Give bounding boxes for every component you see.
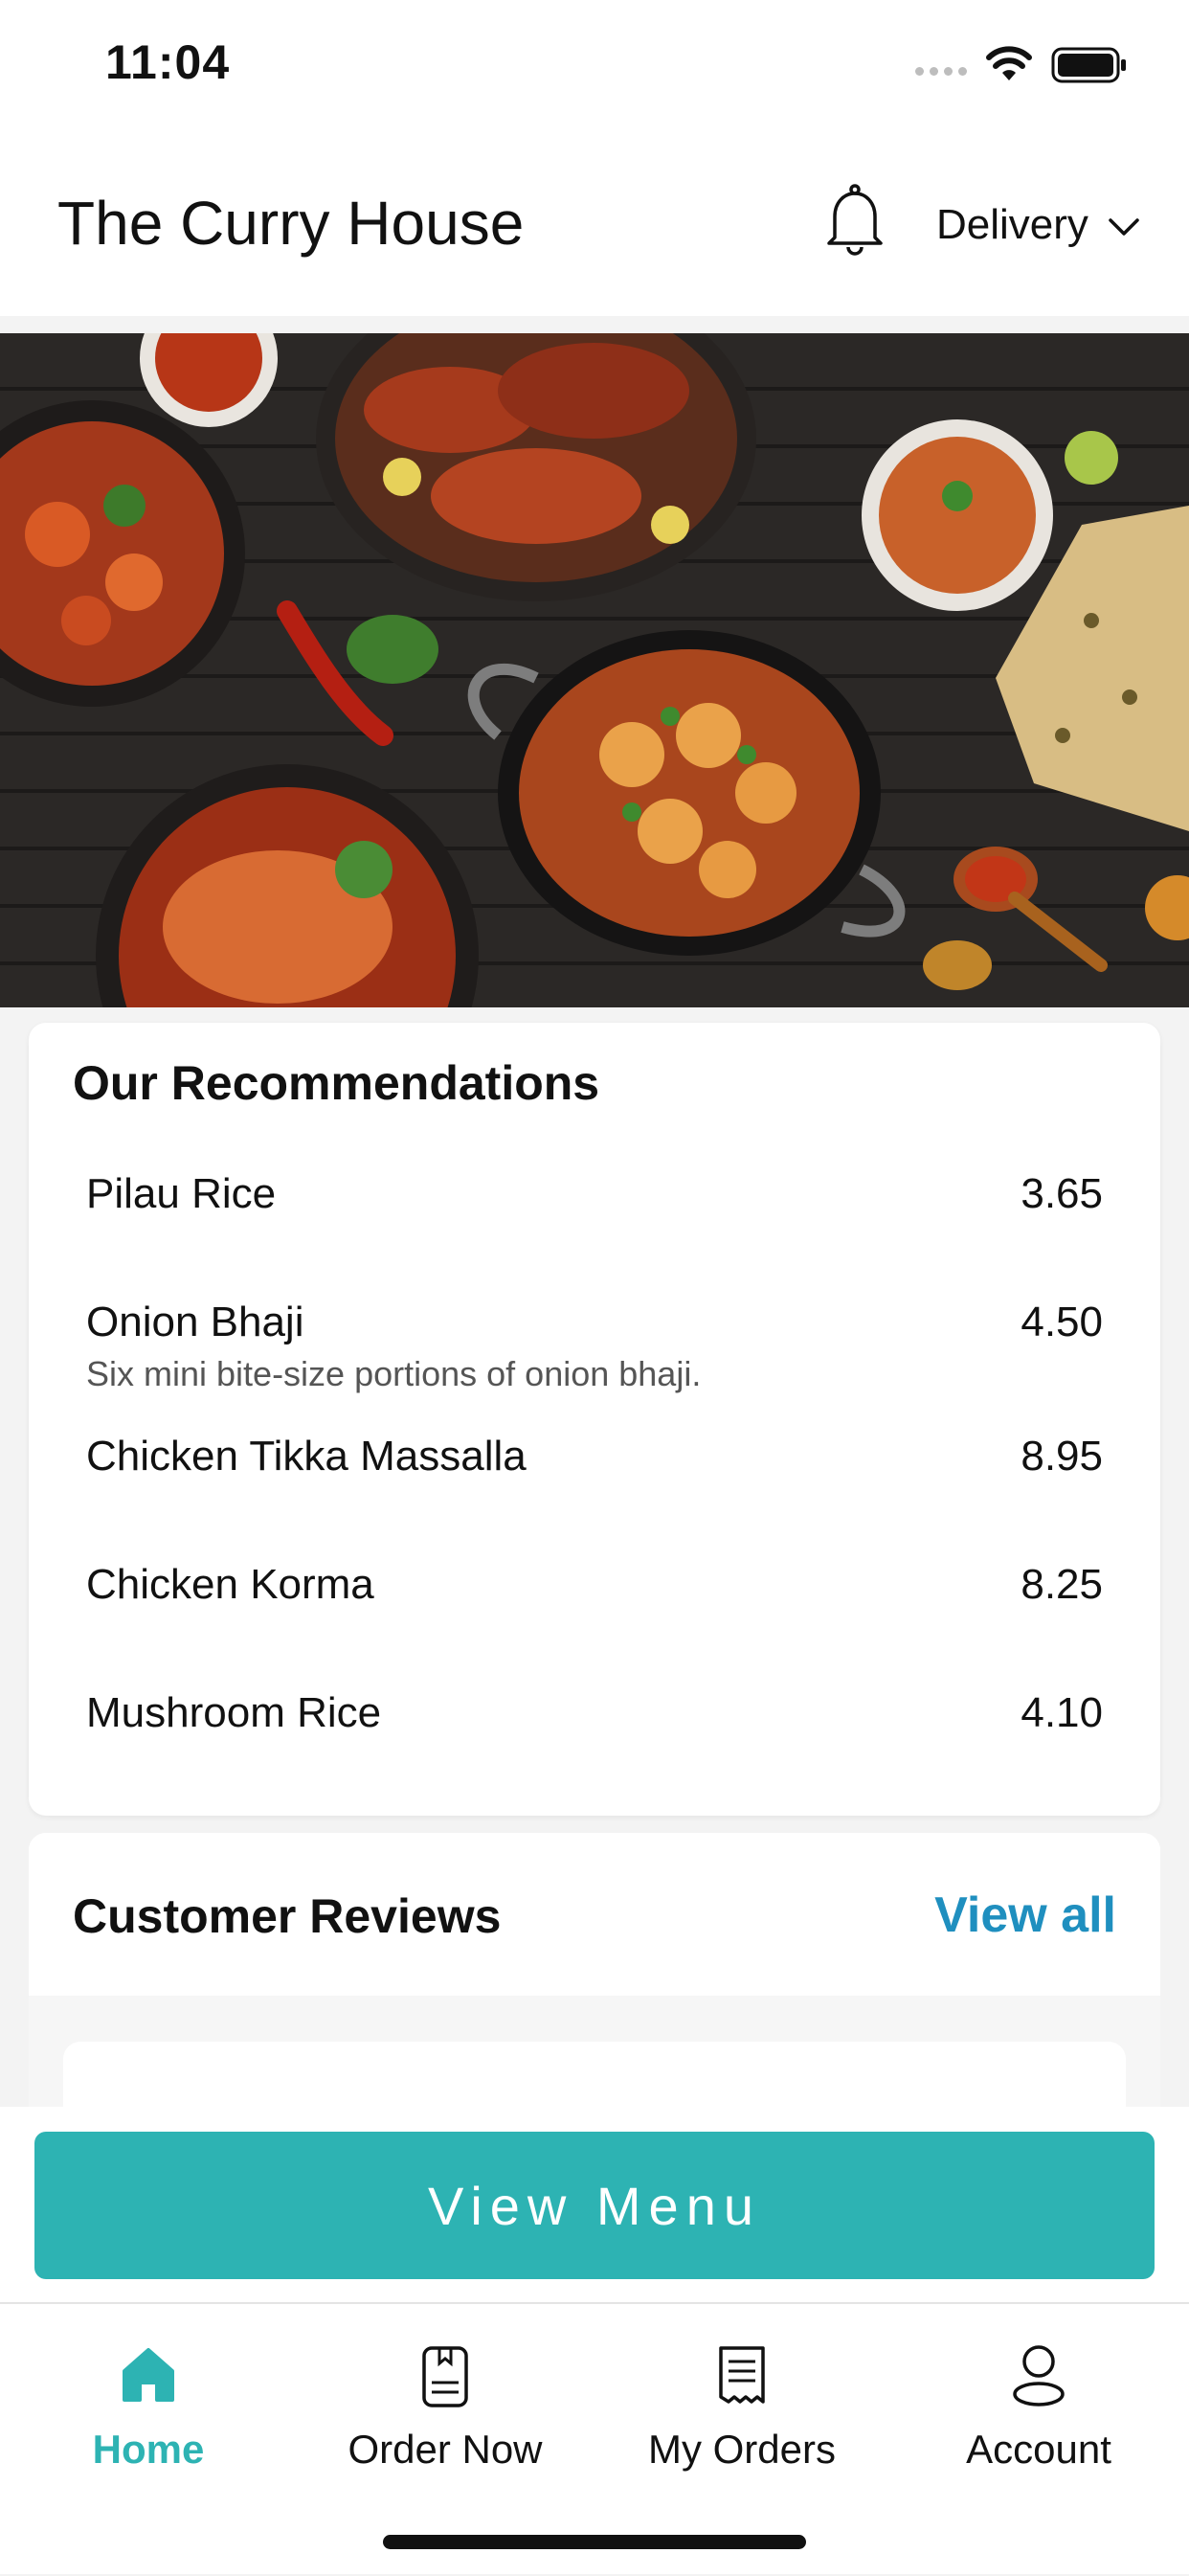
reviews-list — [29, 1996, 1160, 2107]
recommendations-card: Our Recommendations Pilau Rice 3.65 Onio… — [29, 1023, 1160, 1816]
hero-food-image — [0, 333, 1189, 1007]
tab-label: Home — [92, 2427, 205, 2472]
item-name: Pilau Rice — [86, 1170, 277, 1217]
tab-account[interactable]: Account — [890, 2304, 1187, 2496]
tab-label: My Orders — [647, 2427, 836, 2472]
user-icon — [1013, 2345, 1065, 2407]
recommendation-item[interactable]: Mushroom Rice 4.10 — [86, 1689, 1103, 1747]
tab-label: Order Now — [348, 2427, 543, 2472]
item-name: Mushroom Rice — [86, 1689, 382, 1736]
recommendation-item[interactable]: Pilau Rice 3.65 — [86, 1170, 1103, 1228]
tab-order-now[interactable]: Order Now — [297, 2304, 594, 2496]
item-name: Onion Bhaji — [86, 1299, 304, 1345]
battery-icon — [1051, 47, 1126, 83]
restaurant-title: The Curry House — [57, 189, 525, 258]
tab-home[interactable]: Home — [0, 2304, 297, 2496]
item-price: 3.65 — [1021, 1170, 1103, 1217]
wifi-icon — [986, 46, 1032, 80]
tab-label: Account — [966, 2427, 1111, 2472]
home-icon — [123, 2348, 174, 2402]
recommendation-item[interactable]: Chicken Korma 8.25 — [86, 1561, 1103, 1618]
reviews-header: Customer Reviews View all — [29, 1833, 1160, 1996]
home-indicator — [383, 2535, 806, 2549]
recommendations-heading: Our Recommendations — [73, 1056, 600, 1110]
view-all-reviews-link[interactable]: View all — [934, 1887, 1116, 1944]
receipt-icon — [719, 2346, 765, 2404]
item-price: 8.25 — [1021, 1561, 1103, 1608]
notification-bell-icon[interactable] — [821, 182, 888, 259]
status-time: 11:04 — [105, 35, 231, 89]
customer-reviews-card: Customer Reviews View all — [29, 1833, 1160, 2107]
item-price: 4.10 — [1021, 1689, 1103, 1736]
item-price: 4.50 — [1021, 1299, 1103, 1345]
item-name: Chicken Korma — [86, 1561, 374, 1608]
review-card[interactable] — [63, 2042, 1126, 2107]
recommendation-item[interactable]: Chicken Tikka Massalla 8.95 — [86, 1433, 1103, 1490]
app-header: The Curry House Delivery — [0, 134, 1189, 316]
reviews-title: Customer Reviews — [73, 1889, 502, 1943]
item-price: 8.95 — [1021, 1433, 1103, 1480]
menu-book-icon — [422, 2346, 468, 2407]
status-bar: 11:04 — [0, 0, 1189, 134]
view-menu-button[interactable]: View Menu — [34, 2132, 1155, 2279]
item-name: Chicken Tikka Massalla — [86, 1433, 527, 1480]
bottom-area: View Menu Home Order Now My Orders Accou… — [0, 2107, 1189, 2574]
item-description: Six mini bite-size portions of onion bha… — [86, 1354, 702, 1393]
cellular-signal-icon — [915, 67, 967, 76]
chevron-down-icon[interactable] — [1107, 216, 1141, 239]
delivery-mode-selector[interactable]: Delivery — [936, 201, 1088, 249]
recommendation-item[interactable]: Onion Bhaji 4.50 Six mini bite-size port… — [86, 1299, 1103, 1404]
tab-my-orders[interactable]: My Orders — [594, 2304, 890, 2496]
